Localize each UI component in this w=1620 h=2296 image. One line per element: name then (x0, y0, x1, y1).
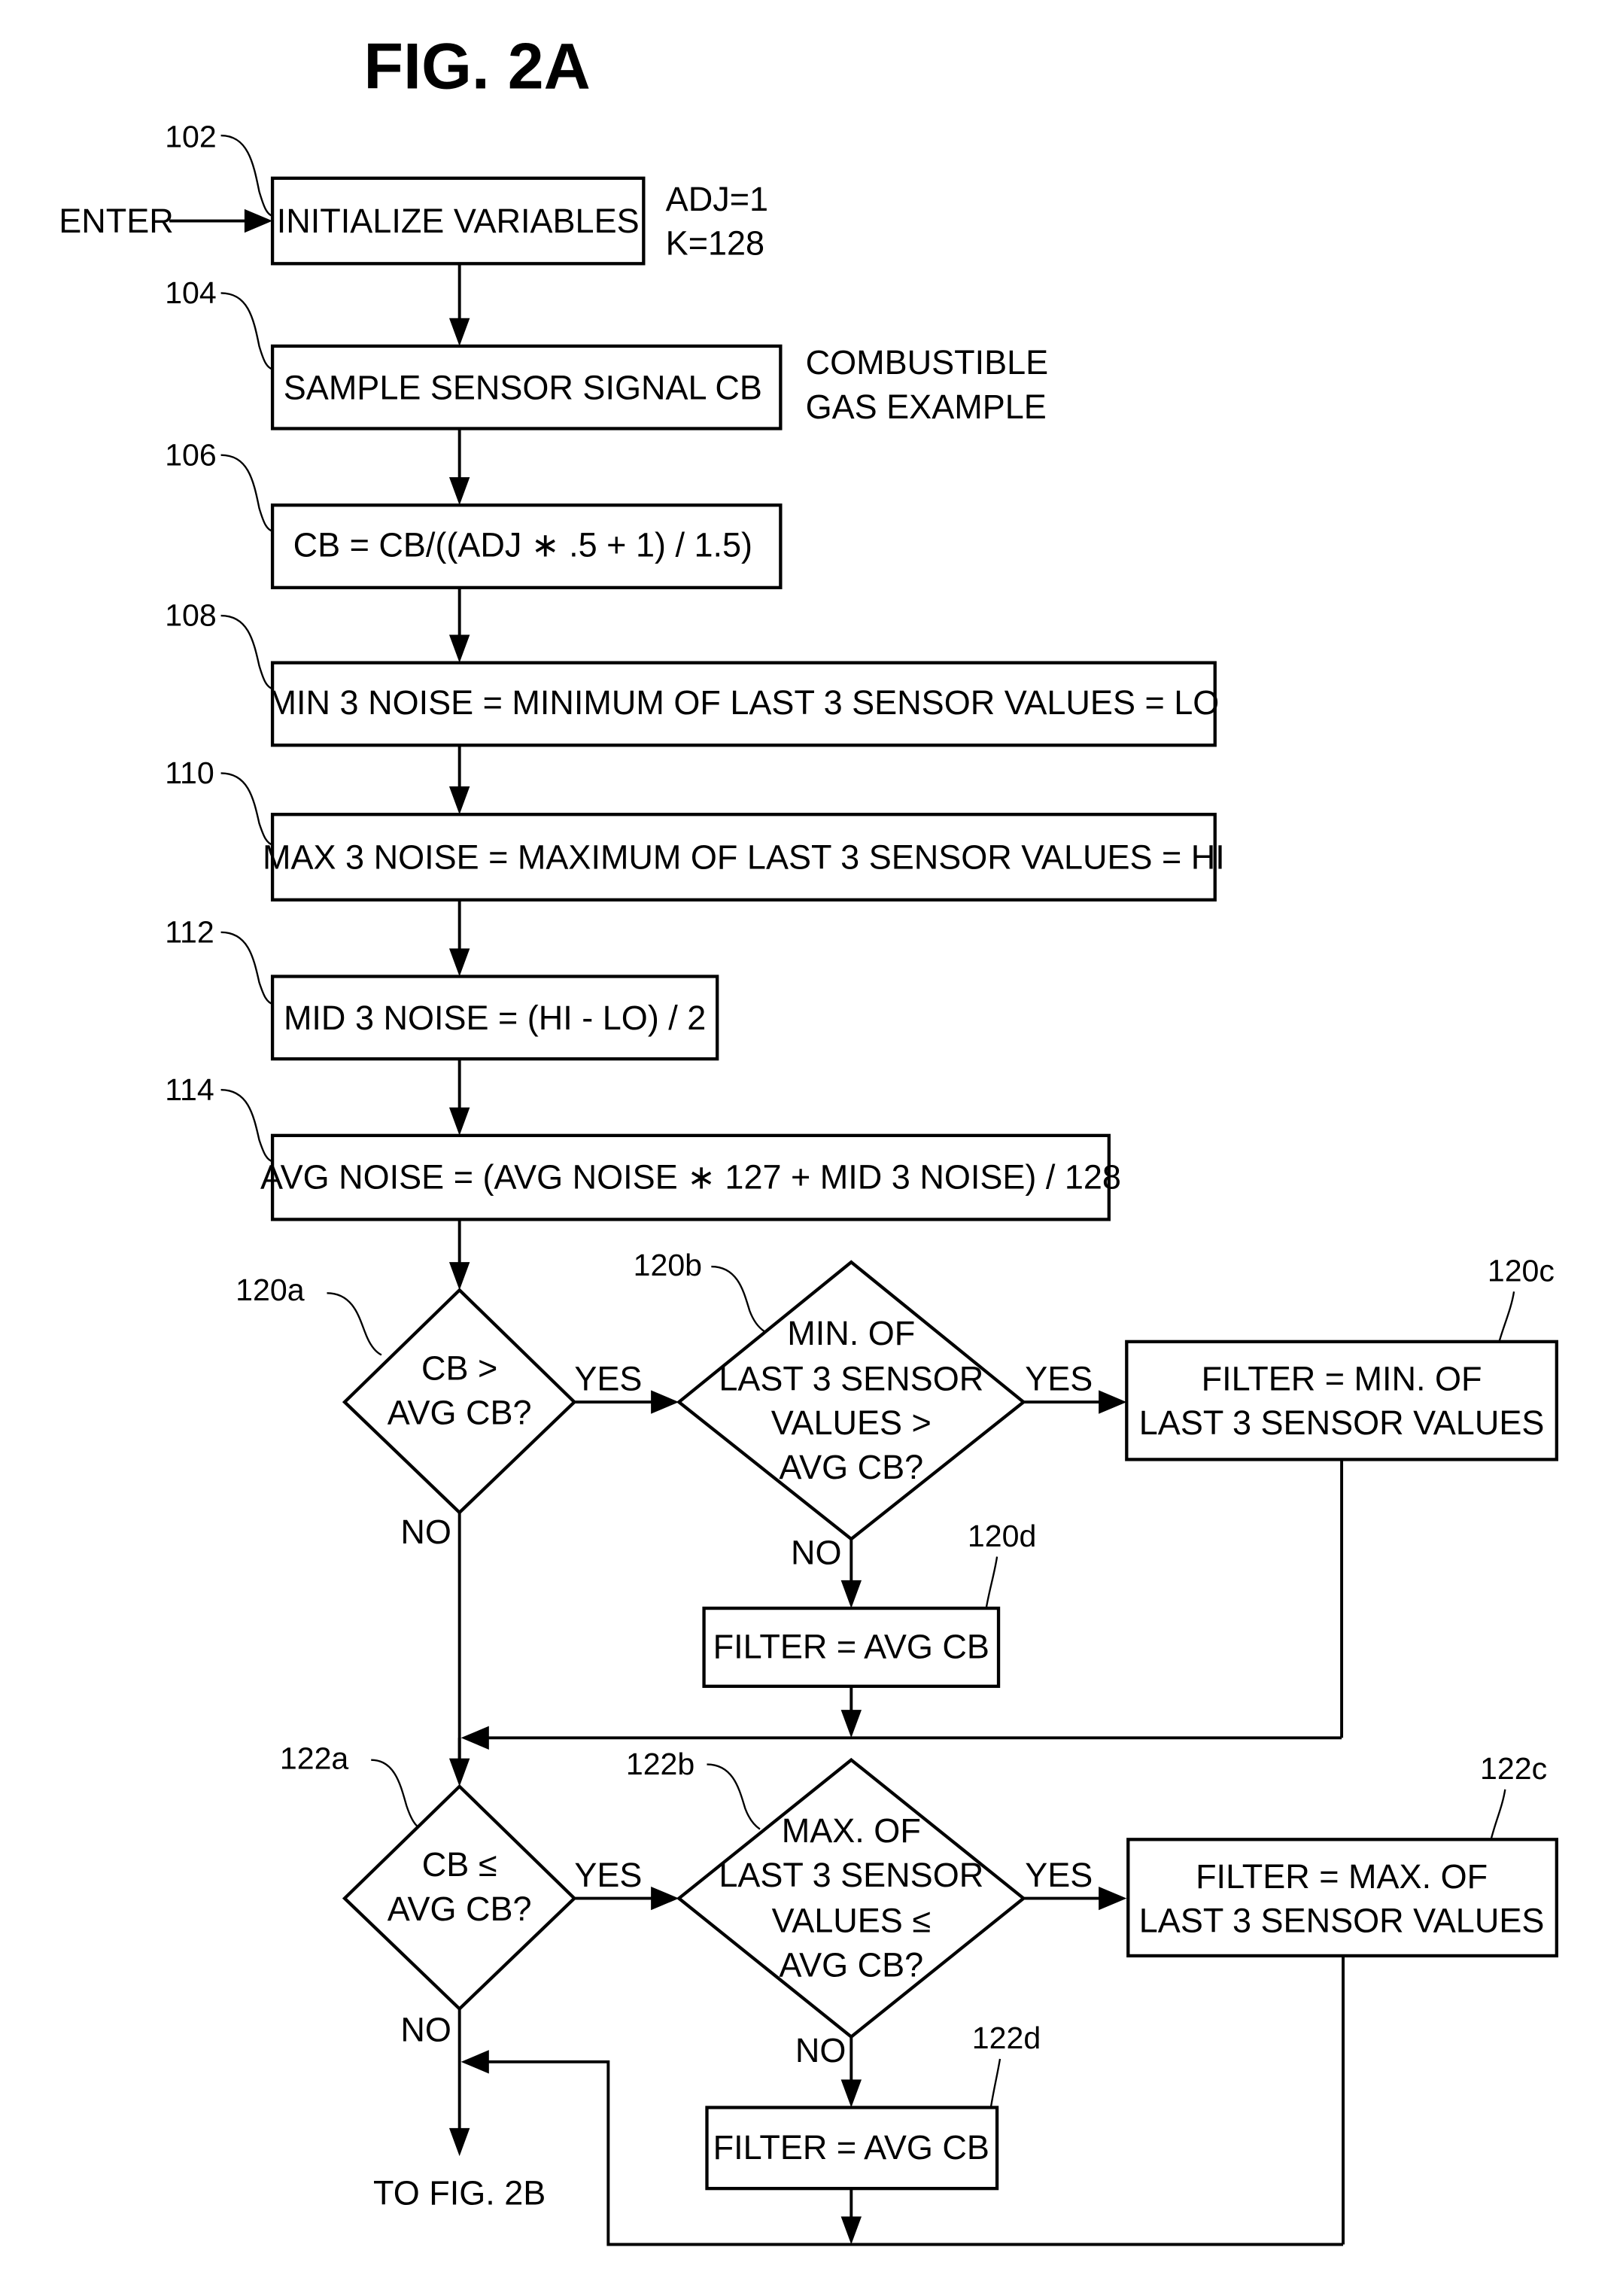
flow-arrowhead-122b-yes (1099, 1886, 1127, 1911)
decision-122b-line-4: AVG CB? (779, 1945, 923, 1984)
flow-arrowhead-104-106 (448, 477, 470, 506)
branch-122b-no-label: NO (795, 2031, 846, 2069)
step-120d-text: FILTER = AVG CB (713, 1628, 989, 1666)
decision-120b-line-1: MIN. OF (787, 1314, 915, 1352)
decision-122a-line-1: CB ≤ (422, 1845, 497, 1884)
leader-line-120b (711, 1265, 765, 1333)
ref-label-108: 108 (165, 598, 217, 633)
branch-122a-yes-label: YES (574, 1856, 642, 1894)
ref-label-122b: 122b (626, 1747, 695, 1781)
ref-label-120c: 120c (1488, 1254, 1555, 1288)
ref-label-102: 102 (165, 120, 217, 154)
step-122c-line-1: FILTER = MAX. OF (1196, 1857, 1488, 1896)
decision-120b-diamond (676, 1260, 1026, 1541)
step-108-text: MIN 3 NOISE = MINIMUM OF LAST 3 SENSOR V… (269, 683, 1220, 722)
ref-label-120d: 120d (968, 1519, 1036, 1553)
flow-arrowhead-110-112 (448, 948, 470, 977)
flow-arrowhead-120a-yes (651, 1390, 679, 1414)
decision-122b-line-3: VALUES ≤ (772, 1902, 931, 1940)
ref-label-106: 106 (165, 437, 217, 472)
ref-label-122c: 122c (1480, 1751, 1547, 1786)
flow-arrowhead-114-120a (448, 1262, 470, 1291)
ref-label-122d: 122d (972, 2021, 1041, 2055)
decision-122b-line-1: MAX. OF (782, 1811, 921, 1850)
sensor-example-line-1: COMBUSTIBLE (806, 343, 1049, 382)
decision-120b-line-3: VALUES > (771, 1403, 932, 1442)
flow-arrowhead-108-110 (448, 786, 470, 815)
step-106-text: CB = CB/((ADJ ∗ .5 + 1) / 1.5) (293, 526, 752, 564)
leader-line-120d (984, 1556, 998, 1615)
flow-arrowhead-120b-no (840, 1580, 862, 1609)
step-122d-text: FILTER = AVG CB (713, 2128, 989, 2167)
flow-arrowhead-120b-yes (1099, 1390, 1127, 1414)
branch-120a-yes-label: YES (574, 1359, 642, 1397)
enter-label: ENTER (59, 202, 174, 240)
init-param-adj: ADJ=1 (666, 180, 768, 218)
branch-122b-yes-label: YES (1025, 1856, 1093, 1894)
step-110-text: MAX 3 NOISE = MAXIMUM OF LAST 3 SENSOR V… (263, 838, 1225, 877)
step-122c-line-2: LAST 3 SENSOR VALUES (1139, 1902, 1545, 1940)
flow-arrowhead-to-122a (448, 1758, 470, 1787)
flow-arrowhead-120d-down (840, 1710, 862, 1738)
decision-120b-line-4: AVG CB? (779, 1448, 923, 1486)
branch-120b-no-label: NO (791, 1533, 842, 1571)
ref-label-114: 114 (165, 1072, 214, 1107)
leader-line-122b (707, 1763, 761, 1830)
decision-120b-line-2: LAST 3 SENSOR (719, 1359, 983, 1397)
step-104-text: SAMPLE SENSOR SIGNAL CB (284, 368, 762, 406)
ref-label-104: 104 (165, 275, 217, 310)
step-112-text: MID 3 NOISE = (HI - LO) / 2 (284, 999, 706, 1037)
decision-120a-line-1: CB > (421, 1349, 497, 1388)
leader-line-110 (220, 772, 275, 847)
step-102-text: INITIALIZE VARIABLES (277, 202, 640, 240)
branch-122a-no-label: NO (400, 2010, 451, 2048)
leader-line-106 (220, 454, 275, 533)
decision-122a-line-2: AVG CB? (388, 1890, 532, 1928)
leader-line-112 (220, 931, 275, 1005)
leader-line-102 (220, 134, 275, 217)
leader-line-114 (220, 1089, 275, 1163)
ref-label-120a: 120a (236, 1273, 305, 1307)
decision-122b-diamond (676, 1757, 1026, 2039)
ref-label-110: 110 (165, 756, 214, 790)
decision-122b-line-2: LAST 3 SENSOR (719, 1856, 983, 1894)
flow-arrowhead-122a-yes (651, 1886, 679, 1911)
branch-120b-yes-label: YES (1025, 1359, 1093, 1397)
flowchart-fig-2a: FIG. 2A 102 ENTER INITIALIZE VARIABLES A… (59, 30, 1558, 2246)
step-114-text: AVG NOISE = (AVG NOISE ∗ 127 + MID 3 NOI… (260, 1157, 1121, 1196)
step-120c-line-1: FILTER = MIN. OF (1202, 1359, 1482, 1397)
flow-arrowhead-112-114 (448, 1107, 470, 1136)
exit-label: TO FIG. 2B (373, 2174, 546, 2212)
figure-title: FIG. 2A (363, 30, 590, 102)
leader-line-104 (220, 292, 275, 371)
flow-arrowhead-122b-no (840, 2079, 862, 2108)
flow-arrowhead-106-108 (448, 634, 470, 663)
decision-120a-line-2: AVG CB? (388, 1393, 532, 1431)
ref-label-112: 112 (165, 914, 214, 949)
leader-line-108 (220, 614, 275, 691)
flow-return-loop-arrowhead (460, 2050, 489, 2074)
ref-label-122a: 122a (280, 1741, 349, 1775)
branch-120a-no-label: NO (400, 1513, 451, 1551)
sensor-example-line-2: GAS EXAMPLE (806, 388, 1047, 426)
leader-line-120a (327, 1292, 382, 1356)
flow-arrowhead-exit (448, 2127, 470, 2157)
flow-arrowhead-122d-down (840, 2216, 862, 2245)
ref-label-120b: 120b (634, 1248, 702, 1282)
flow-merge-arrowhead-120 (460, 1726, 489, 1750)
step-120c-line-2: LAST 3 SENSOR VALUES (1139, 1403, 1545, 1442)
leader-line-122a (371, 1759, 422, 1830)
init-param-k: K=128 (666, 224, 764, 263)
flow-arrowhead-102-104 (448, 318, 470, 346)
